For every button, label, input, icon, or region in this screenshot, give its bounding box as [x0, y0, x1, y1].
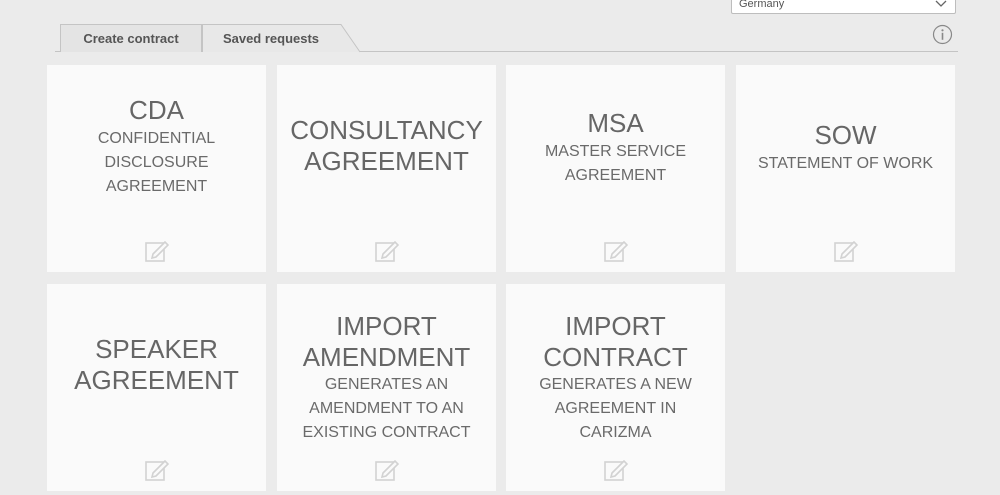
edit-icon[interactable] [604, 239, 630, 263]
tab-create-contract-label: Create contract [83, 31, 179, 46]
card-import-amendment[interactable]: IMPORT AMENDMENT GENERATES AN AMENDMENT … [277, 284, 496, 491]
card-speaker-agreement[interactable]: SPEAKER AGREEMENT [47, 284, 266, 491]
card-title: MSA [587, 108, 644, 138]
edit-icon[interactable] [834, 239, 860, 263]
edit-icon[interactable] [375, 239, 401, 263]
card-cda[interactable]: CDA CONFIDENTIAL DISCLOSURE AGREEMENT [47, 65, 266, 272]
card-title: SPEAKER AGREEMENT [74, 334, 239, 395]
chevron-down-icon [935, 0, 947, 7]
info-icon[interactable] [932, 24, 953, 45]
tab-create-contract[interactable]: Create contract [60, 24, 202, 52]
card-subtitle: CONFIDENTIAL DISCLOSURE AGREEMENT [97, 130, 216, 195]
country-select[interactable]: Germany [731, 0, 956, 14]
card-title: CONSULTANCY AGREEMENT [290, 115, 483, 176]
card-title: CDA [129, 95, 184, 125]
card-title: IMPORT CONTRACT [543, 311, 688, 372]
card-consultancy-agreement[interactable]: CONSULTANCY AGREEMENT [277, 65, 496, 272]
edit-icon[interactable] [375, 458, 401, 482]
card-title: SOW [814, 120, 877, 150]
edit-icon[interactable] [145, 458, 171, 482]
edit-icon[interactable] [145, 239, 171, 263]
card-subtitle: GENERATES AN AMENDMENT TO AN EXISTING CO… [302, 376, 471, 441]
edit-icon[interactable] [604, 458, 630, 482]
card-import-contract[interactable]: IMPORT CONTRACT GENERATES A NEW AGREEMEN… [506, 284, 725, 491]
card-subtitle: MASTER SERVICE AGREEMENT [544, 143, 687, 184]
card-subtitle: GENERATES A NEW AGREEMENT IN CARIZMA [539, 376, 692, 441]
card-msa[interactable]: MSA MASTER SERVICE AGREEMENT [506, 65, 725, 272]
card-subtitle: STATEMENT OF WORK [757, 155, 934, 172]
country-select-value: Germany [739, 0, 785, 10]
card-title: IMPORT AMENDMENT [302, 311, 471, 372]
card-sow[interactable]: SOW STATEMENT OF WORK [736, 65, 955, 272]
tab-saved-requests[interactable]: Saved requests [202, 24, 340, 52]
